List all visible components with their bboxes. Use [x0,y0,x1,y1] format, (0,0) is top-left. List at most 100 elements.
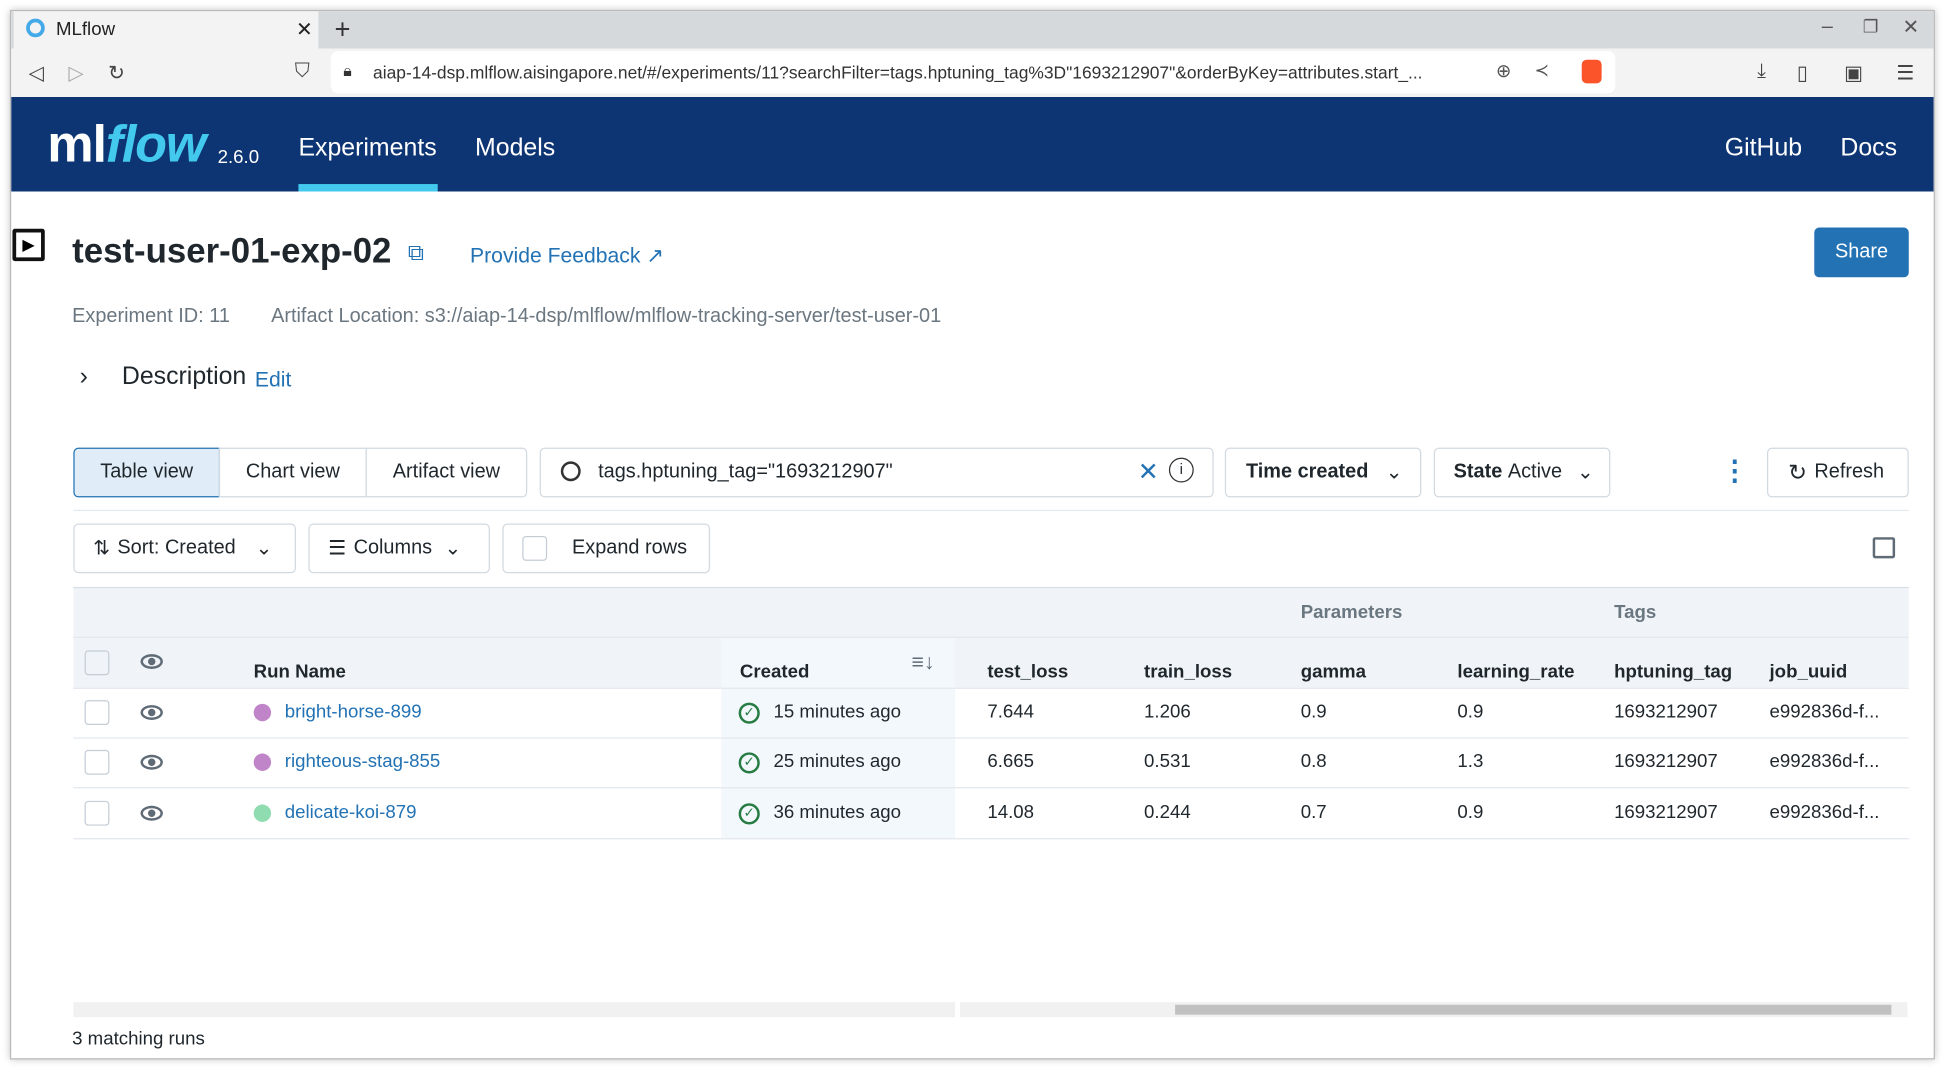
edit-description-link[interactable]: Edit [255,368,291,393]
zoom-icon[interactable]: ⊕ [1496,60,1512,82]
search-input[interactable]: tags.hptuning_tag="1693212907" ✕ i [539,447,1214,498]
run-name-link[interactable]: delicate-koi-879 [285,802,417,823]
header-job-uuid[interactable]: job_uuid [1770,662,1848,683]
brave-shield-icon[interactable] [1581,59,1602,84]
chevron-down-icon: ⌄ [1385,462,1403,484]
created-cell: 25 minutes ago [773,751,902,773]
nav-docs[interactable]: Docs [1840,134,1897,163]
run-name-link[interactable]: righteous-stag-855 [285,751,441,772]
version-label: 2.6.0 [217,146,260,168]
wallet-icon[interactable]: ▣ [1844,61,1863,86]
gamma-cell: 0.9 [1300,701,1327,723]
info-icon[interactable]: i [1168,457,1194,483]
bookmark-icon[interactable]: ⛉ [295,61,310,83]
download-icon[interactable]: ⤓ [1757,61,1766,83]
test-loss-cell: 6.665 [987,751,1035,773]
share-button[interactable]: Share [1814,227,1909,278]
browser-toolbar: ◁ ▷ ↻ ⛉ 🔒︎ aiap-14-dsp.mlflow.aisingapor… [11,48,1934,97]
row-checkbox[interactable] [84,750,110,776]
visibility-icon[interactable] [140,705,163,720]
share-page-icon[interactable]: ≺ [1534,60,1549,81]
columns-dropdown[interactable]: ☰ Columns ⌄ [308,523,490,574]
time-created-dropdown[interactable]: Time created ⌄ [1224,447,1422,498]
top-nav: mlflow 2.6.0 Experiments Models GitHub D… [11,96,1934,192]
train-loss-cell: 0.531 [1144,751,1191,773]
visibility-icon[interactable] [140,654,163,670]
more-options-icon[interactable]: ⋮ [1721,455,1748,487]
restore-icon[interactable]: ❐ [1863,16,1879,37]
header-test-loss[interactable]: test_loss [987,662,1068,683]
address-bar[interactable]: 🔒︎ aiap-14-dsp.mlflow.aisingapore.net/#/… [330,50,1616,94]
nav-models[interactable]: Models [475,134,555,163]
close-window-icon[interactable]: ✕ [1903,15,1920,40]
browser-tab[interactable]: MLflow ✕ [13,11,319,49]
header-learning-rate[interactable]: learning_rate [1457,662,1574,683]
gamma-cell: 0.8 [1300,751,1327,773]
mlflow-favicon-icon [26,18,45,38]
time-created-label: Time created [1245,461,1369,483]
status-finished-icon: ✓ [738,802,760,824]
sort-dropdown[interactable]: ⇅ Sort: Created ⌄ [73,523,296,574]
created-cell: 36 minutes ago [773,801,902,823]
status-finished-icon: ✓ [738,702,760,724]
row-checkbox[interactable] [84,800,110,826]
run-name-link[interactable]: bright-horse-899 [285,701,422,722]
close-tab-icon[interactable]: ✕ [296,17,313,42]
horizontal-scrollbar-right[interactable] [959,1002,1908,1018]
nav-experiments[interactable]: Experiments [298,134,436,163]
train-loss-cell: 1.206 [1144,701,1191,723]
reload-icon[interactable]: ↻ [108,61,125,86]
job-uuid-cell: e992836d-f... [1769,701,1880,723]
sort-icon: ⇅ [93,538,110,560]
run-color-dot[interactable] [253,804,272,822]
sidebar-icon[interactable]: ▯ [1797,61,1808,86]
description-toggle[interactable]: Description [122,363,246,392]
search-icon [560,461,581,482]
learning-rate-cell: 0.9 [1457,801,1484,823]
test-loss-cell: 7.644 [987,701,1035,723]
hptuning-tag-cell: 1693212907 [1614,801,1718,823]
provide-feedback-link[interactable]: Provide Feedback ↗ [470,244,664,269]
header-created[interactable]: Created [740,662,809,683]
header-run-name[interactable]: Run Name [254,662,346,683]
job-uuid-cell: e992836d-f... [1769,801,1880,823]
copy-icon[interactable]: ⧉ [408,240,424,266]
header-gamma[interactable]: gamma [1301,662,1366,683]
sort-desc-icon[interactable]: ≡↓ [911,650,934,675]
header-train-loss[interactable]: train_loss [1144,662,1232,683]
menu-icon[interactable]: ☰ [1896,61,1914,86]
horizontal-scrollbar-left[interactable] [73,1002,956,1018]
tab-chart-view[interactable]: Chart view [218,447,367,498]
page-title: test-user-01-exp-02 [72,231,392,270]
browser-window: MLflow ✕ + – ❐ ✕ ◁ ▷ ↻ ⛉ 🔒︎ aiap-14-dsp.… [9,9,1935,1060]
expand-rows-checkbox[interactable] [522,535,548,561]
tab-table-view[interactable]: Table view [73,447,221,498]
side-panel-icon[interactable] [1872,537,1896,559]
expand-rows-toggle[interactable]: Expand rows [502,523,711,574]
sort-label: Sort: Created [117,537,236,559]
visibility-icon[interactable] [140,805,163,821]
scrollbar-thumb[interactable] [1175,1004,1892,1015]
clear-search-icon[interactable]: ✕ [1138,456,1159,487]
mlflow-logo[interactable]: mlflow [47,114,206,174]
refresh-button[interactable]: ↻ Refresh [1767,447,1909,498]
minimize-icon[interactable]: – [1822,16,1833,38]
job-uuid-cell: e992836d-f... [1769,751,1880,773]
run-color-dot[interactable] [253,703,272,722]
new-tab-icon[interactable]: + [335,14,351,46]
divider [73,509,1909,512]
feedback-label: Provide Feedback [470,243,641,268]
state-dropdown[interactable]: State Active ⌄ [1433,447,1611,498]
chevron-right-icon[interactable]: › [80,363,88,392]
columns-label: Columns [353,537,433,559]
sidebar-toggle-icon[interactable]: ▶ [12,228,45,262]
created-cell: 15 minutes ago [773,701,902,723]
nav-github[interactable]: GitHub [1725,134,1802,163]
back-icon[interactable]: ◁ [29,61,44,86]
row-checkbox[interactable] [84,700,110,725]
tab-artifact-view[interactable]: Artifact view [365,447,528,498]
header-hptuning-tag[interactable]: hptuning_tag [1614,662,1732,683]
forward-icon[interactable]: ▷ [68,61,83,86]
list-icon: ☰ [328,538,347,560]
select-all-checkbox[interactable] [84,650,110,676]
